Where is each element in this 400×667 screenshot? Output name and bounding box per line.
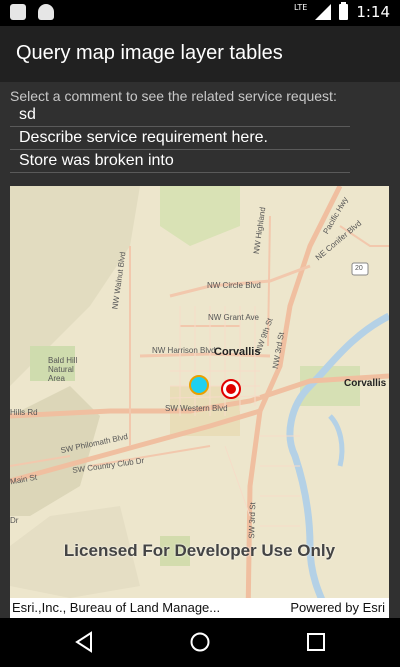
- attribution-text[interactable]: Esri.,Inc., Bureau of Land Manage...: [12, 600, 220, 615]
- map-label-nw-grant: NW Grant Ave: [208, 313, 259, 322]
- status-bar: LTE 1:14: [0, 0, 400, 26]
- battery-icon: [339, 2, 349, 20]
- comment-list: sd Describe service requirement here. St…: [10, 104, 350, 173]
- network-type: LTE: [294, 3, 308, 12]
- list-item[interactable]: sd: [10, 104, 350, 127]
- feature-marker[interactable]: [189, 375, 209, 395]
- list-item[interactable]: Describe service requirement here.: [10, 127, 350, 150]
- city-label: Corvallis: [214, 346, 261, 358]
- map-label-sw-3rd: SW 3rd St: [247, 502, 258, 539]
- main-content: Select a comment to see the related serv…: [0, 82, 400, 618]
- instruction-text: Select a comment to see the related serv…: [10, 88, 337, 104]
- map-label-sw-western: SW Western Blvd: [165, 404, 228, 413]
- city-label-east: Corvallis: [344, 378, 387, 389]
- navigation-bar: [0, 618, 400, 667]
- attribution-bar: Esri.,Inc., Bureau of Land Manage... Pow…: [10, 598, 389, 618]
- list-item[interactable]: Store was broken into: [10, 150, 350, 173]
- map-label-nw-harrison: NW Harrison Blvd: [152, 346, 216, 355]
- map-view[interactable]: 20 NW Circle Blvd NW Grant Ave NW Harris…: [10, 186, 389, 618]
- signal-icon: [315, 4, 332, 20]
- map-label-bald-hill: Bald Hill Natural Area: [48, 356, 78, 383]
- android-icon: [38, 4, 54, 20]
- home-icon[interactable]: [189, 631, 211, 657]
- app-bar: Query map image layer tables: [0, 26, 400, 82]
- page-title: Query map image layer tables: [16, 42, 283, 64]
- clock: 1:14: [356, 3, 390, 21]
- map-label-nw-circle: NW Circle Blvd: [207, 281, 261, 290]
- back-icon[interactable]: [74, 631, 94, 657]
- map-label-hills-rd: Hills Rd: [10, 408, 38, 417]
- hwy-20-shield-label: 20: [355, 265, 363, 272]
- recents-icon[interactable]: [306, 631, 326, 657]
- license-watermark: Licensed For Developer Use Only: [63, 541, 336, 560]
- sd-card-icon: [10, 4, 26, 20]
- map-label-dr: Dr: [10, 516, 19, 525]
- powered-by-esri: Powered by Esri: [290, 600, 385, 615]
